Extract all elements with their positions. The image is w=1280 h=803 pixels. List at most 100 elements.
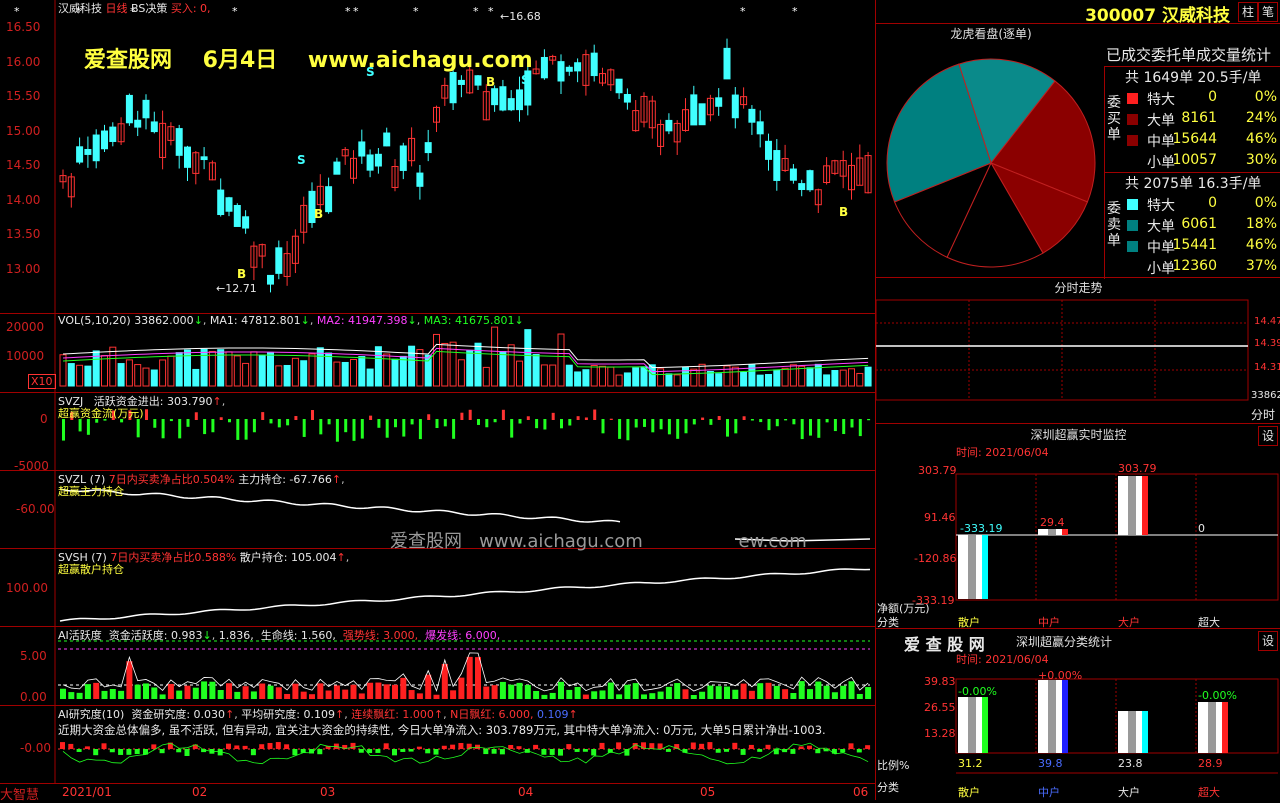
class-panel[interactable]: 爱 查 股 网 深圳超赢分类统计 设 时间: 2021/06/04 39.83 …: [875, 629, 1280, 800]
fund-flow-bar: [377, 419, 381, 428]
volume-bar: [516, 360, 523, 387]
fund-flow-bar: [634, 419, 638, 428]
kline-pane[interactable]: * * * * * * * * * * * B B B B S S S 汉威科技 日线 BS决策 买入: 0, 爱…: [0, 0, 875, 314]
ai-active-bar: [450, 690, 457, 699]
order-name: 小单: [1147, 155, 1175, 171]
low-price-marker: ←12.71: [216, 282, 257, 295]
vol-label: VOL(5,10,20): [58, 314, 131, 327]
ai-active-bar: [483, 686, 490, 699]
fund-flow-bar: [186, 419, 190, 427]
research-bar: [317, 749, 323, 755]
volume-bar: [333, 361, 341, 387]
period-label[interactable]: 日线: [106, 2, 128, 15]
research-bar: [159, 749, 165, 754]
buy-signal: B: [237, 267, 246, 281]
ai-active-bar: [757, 683, 764, 699]
mon-frame: [955, 473, 1279, 601]
fund-flow-bar: [394, 419, 397, 428]
research-bar: [599, 742, 605, 749]
candle-body: [424, 142, 432, 154]
candle-body: [383, 132, 391, 147]
vol-ytick-10000: 10000: [6, 349, 45, 363]
volume-bar: [59, 354, 67, 387]
fund-flow-bar: [609, 418, 613, 420]
fund-flow-bar: [825, 419, 829, 423]
fund-flow-bar: [153, 419, 157, 428]
research-bar: [176, 749, 182, 753]
research-bar: [840, 749, 846, 753]
candle-body: [125, 94, 133, 124]
bar-view-button[interactable]: 柱: [1238, 2, 1258, 22]
fund-flow-bar: [136, 419, 140, 438]
candle-body: [175, 128, 183, 156]
buy-value: 买入: 0,: [170, 2, 211, 15]
ai-active-bar: [68, 692, 75, 699]
mon-cat-super: 超大: [1198, 616, 1220, 629]
xtick-05: 05: [700, 785, 716, 799]
ai-active-bar: [333, 685, 340, 699]
candle-body: [184, 146, 191, 168]
order-name: 中单: [1147, 240, 1175, 256]
stock-name: 汉威科技: [58, 2, 102, 15]
research-bar: [707, 742, 713, 749]
candle-body: [134, 119, 142, 128]
volume-bar: [192, 368, 200, 387]
signal-star: *: [740, 5, 746, 18]
ai-active-bar: [524, 685, 531, 699]
volume-bar: [242, 362, 250, 387]
intra-vol: 33862: [1251, 390, 1280, 401]
fund-flow-bar: [236, 419, 240, 440]
fund-flow-bar: [335, 419, 339, 442]
candle-body: [325, 186, 333, 213]
cls-tick-3: 13.28: [924, 727, 956, 740]
research-bar: [234, 745, 240, 749]
candle-body: [358, 141, 366, 157]
svzj-pane[interactable]: SVZJ 活跃资金进出: 303.790↑, 超赢资金流(万元) 0 -5000: [0, 393, 875, 473]
order-pct: 0%: [1254, 89, 1277, 105]
mon-tick-2: 91.46: [924, 511, 956, 524]
legend-swatch: [1127, 114, 1138, 125]
research-bar: [242, 745, 248, 749]
ai-active-bar: [541, 694, 548, 699]
fund-flow-bar: [659, 419, 663, 430]
indicator-name[interactable]: BS决策: [131, 2, 167, 15]
mon-cat-small: 散户: [958, 616, 980, 629]
lhb-panel: 龙虎看盘(逐单) 已成交委托单成交量统计 共 1649单 20.5手/单 委买单…: [875, 24, 1280, 279]
research-bar: [699, 743, 705, 749]
cls-val-large: 23.8: [1118, 757, 1143, 770]
monitor-panel[interactable]: 深圳超赢实时监控 设 时间: 2021/06/04 303.79 91.46 -…: [875, 424, 1280, 629]
svzl-pane[interactable]: SVZL (7) 7日内买卖净占比0.504% 主力持仓: -67.766↑, …: [0, 471, 875, 552]
volume-bar: [623, 372, 631, 387]
cls-bar-edge: [982, 697, 988, 753]
ai-active-bar: [425, 674, 432, 699]
svsh-pane[interactable]: SVSH (7) 7日内买卖净占比0.588% 散户持仓: 105.004↑, …: [0, 549, 875, 627]
intraday-panel[interactable]: 分时走势 14.47 14.39 14.31 33862 分时: [875, 278, 1280, 424]
ai-active-bar: [317, 683, 324, 699]
sell-stat-block: 共 2075单 16.3手/单 委卖单 特大 0 0% 大单 6061 18% 中单 1544…: [1104, 172, 1280, 279]
vol-value: 33862.000: [134, 314, 194, 327]
fund-flow-bar: [817, 419, 821, 438]
research-bar: [134, 749, 140, 755]
ai-active-pane[interactable]: AI活跃度 资金活跃度: 0.983↓, 1.836, 生命线: 1.560, …: [0, 627, 875, 706]
volume-bar: [466, 349, 474, 387]
research-bar: [724, 749, 729, 752]
volume-pane[interactable]: VOL(5,10,20) 33862.000↓, MA1: 47812.801↓…: [0, 314, 875, 393]
stock-title: 300007 汉威科技: [1085, 1, 1230, 26]
date-axis: 大智慧 2021/01 02 03 04 05 06: [0, 784, 875, 803]
fund-flow-bar: [535, 419, 539, 429]
sell-side-label: 委卖单: [1107, 201, 1121, 249]
candle-body: [150, 121, 158, 133]
volume-bar: [706, 370, 714, 387]
cls-change-super: -0.00%: [1198, 689, 1237, 702]
ai-active-bar: [400, 677, 407, 699]
pen-view-button[interactable]: 笔: [1258, 2, 1278, 22]
ai-research-pane[interactable]: AI研究度(10) 资金研究度: 0.030↑, 平均研究度: 0.109↑, …: [0, 706, 875, 784]
volume-bar: [391, 358, 399, 387]
research-bar: [416, 746, 422, 749]
cls-cat-super: 超大: [1198, 786, 1220, 799]
ai-active-bar: [707, 685, 714, 699]
research-bar: [118, 749, 124, 755]
fund-flow-bar: [219, 417, 223, 420]
research-bar: [732, 742, 738, 749]
research-bar: [433, 749, 439, 755]
